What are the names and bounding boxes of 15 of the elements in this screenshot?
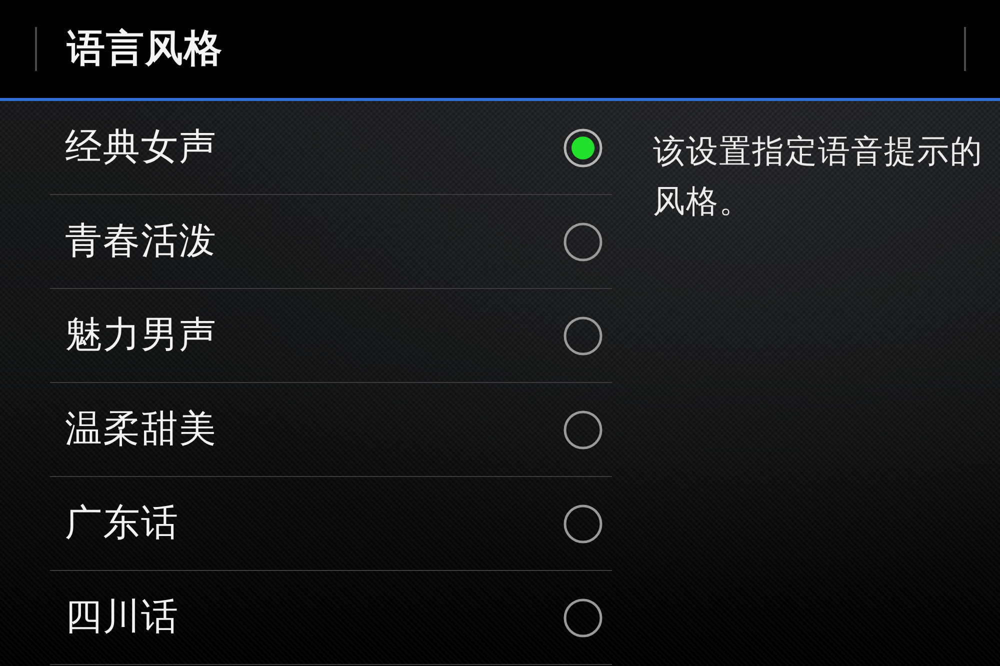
radio-button[interactable] [563,222,603,262]
option-label[interactable]: 四川话 [65,595,179,640]
option-label[interactable]: 青春活泼 [65,219,217,264]
option-label[interactable]: 经典女声 [65,125,217,170]
option-label[interactable]: 广东话 [65,501,179,546]
radio-button[interactable] [563,504,603,544]
description-text: 风格。 [653,181,752,222]
radio-button[interactable] [563,410,603,450]
radio-button[interactable] [563,128,603,168]
radio-button[interactable] [563,316,603,356]
option-label[interactable]: 魅力男声 [65,313,217,358]
page-title: 语言风格 [67,26,223,72]
description-text: 该设置指定语音提示的 [653,131,983,172]
radio-button[interactable] [563,598,603,638]
option-label[interactable]: 温柔甜美 [65,407,217,452]
